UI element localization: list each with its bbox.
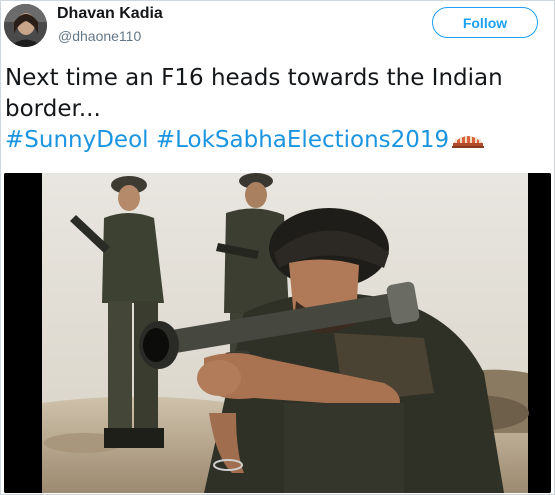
tweet-image[interactable] — [4, 173, 551, 493]
follow-button[interactable]: Follow — [432, 7, 538, 38]
parliament-emoji-icon — [451, 127, 485, 158]
hashtag-loksabhaelections2019[interactable]: #LokSabhaElections2019 — [156, 127, 449, 153]
display-name[interactable]: Dhavan Kadia — [57, 5, 163, 23]
tweet-text: Next time an F16 heads towards the India… — [5, 63, 550, 158]
soldier-with-bazooka-photo — [4, 173, 551, 493]
hashtag-sunnydeol[interactable]: #SunnyDeol — [5, 127, 149, 153]
hashtag-line: #SunnyDeol #LokSabhaElections2019 — [5, 125, 550, 158]
tweet-card: Dhavan Kadia @dhaone110 Follow Next time… — [0, 0, 555, 495]
tweet-line-1: Next time an F16 heads towards the India… — [5, 65, 503, 91]
user-handle[interactable]: @dhaone110 — [58, 28, 141, 44]
avatar[interactable] — [4, 4, 47, 47]
tweet-line-2: border... — [5, 96, 101, 122]
